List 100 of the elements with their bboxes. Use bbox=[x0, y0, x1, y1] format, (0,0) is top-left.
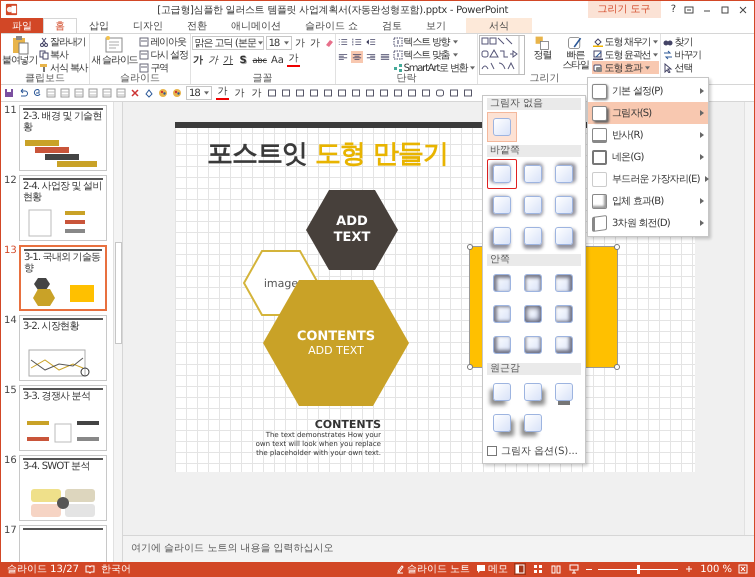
shape-format-command[interactable]: 도형 채우기 bbox=[592, 35, 660, 48]
grow-font-button[interactable]: 가 bbox=[294, 36, 307, 50]
hexagon-heading: CONTENTS bbox=[296, 329, 376, 344]
shrink-font-button[interactable]: 가 bbox=[250, 86, 263, 100]
ribbon-tab[interactable]: 애니메이션 bbox=[219, 18, 293, 33]
slide-number: 17 bbox=[4, 525, 17, 536]
clipboard-command[interactable]: 복사 bbox=[38, 48, 88, 61]
align-center-icon[interactable] bbox=[350, 51, 363, 63]
palette-icon[interactable] bbox=[158, 88, 168, 98]
ribbon-tab[interactable]: 디자인 bbox=[121, 18, 175, 33]
ribbon-tab[interactable]: 삽입 bbox=[77, 18, 121, 33]
menu-item[interactable]: 그림자(S) bbox=[588, 102, 708, 124]
font-format-button[interactable]: 가 bbox=[192, 53, 205, 67]
ribbon-tab[interactable]: 보기 bbox=[414, 18, 458, 33]
shadow-options-button[interactable]: 그림자 옵션(S)... bbox=[487, 441, 578, 460]
slide-thumbnail[interactable]: 3-4. SWOT 분석 bbox=[19, 455, 107, 521]
editing-command[interactable]: 찾기 bbox=[662, 35, 702, 48]
undo-icon[interactable] bbox=[18, 88, 28, 98]
ribbon-tab[interactable]: 검토 bbox=[370, 18, 414, 33]
notes-field[interactable]: 여기에 슬라이드 노트의 내용을 입력하십시오 bbox=[123, 535, 754, 562]
rounded-rectangle-icon[interactable] bbox=[435, 88, 445, 98]
shrink-font-button[interactable]: 가 bbox=[308, 36, 322, 50]
redo-icon[interactable] bbox=[32, 88, 42, 98]
thumbnail-scrollbar[interactable] bbox=[113, 102, 122, 562]
slide-thumbnail[interactable]: 2-4. 사업장 및 설비현황 bbox=[19, 175, 107, 241]
slide-command[interactable]: 다시 설정 bbox=[138, 48, 189, 61]
palette-icon[interactable] bbox=[172, 88, 182, 98]
font-format-button[interactable]: 가 bbox=[206, 53, 220, 67]
slide-thumbnail[interactable]: 3-1. 국내외 기술동향 bbox=[19, 245, 107, 311]
clipboard-command[interactable]: 잘라내기 bbox=[38, 35, 88, 48]
arrange-button[interactable]: 정렬 bbox=[526, 35, 558, 61]
font-format-button[interactable]: 가 bbox=[222, 53, 235, 67]
ribbon-tab[interactable]: 전환 bbox=[175, 18, 219, 33]
table-icon[interactable] bbox=[116, 88, 126, 98]
align-right-icon[interactable] bbox=[364, 51, 377, 63]
menu-item[interactable]: 기본 설정(P) bbox=[588, 80, 708, 102]
editing-command[interactable]: 선택 bbox=[662, 61, 702, 74]
delete-icon[interactable] bbox=[130, 88, 140, 98]
grow-font-button[interactable]: 가 bbox=[233, 86, 246, 100]
menu-item[interactable]: 부드러운 가장자리(E) bbox=[588, 168, 708, 190]
comments-button[interactable]: 메모 bbox=[476, 562, 508, 576]
align-justify-icon[interactable] bbox=[378, 51, 391, 63]
numbering-icon[interactable] bbox=[350, 36, 363, 48]
slide-scrollbar[interactable] bbox=[744, 102, 754, 535]
sorter-view-icon[interactable] bbox=[532, 563, 544, 575]
menu-item[interactable]: 반사(R) bbox=[588, 124, 708, 146]
paste-button[interactable]: 붙여넣기 bbox=[2, 35, 38, 66]
eraser-icon[interactable] bbox=[324, 38, 334, 48]
ribbon-tab[interactable]: 서식 bbox=[466, 18, 532, 33]
show-view-icon[interactable] bbox=[568, 563, 580, 575]
shadow-option[interactable] bbox=[487, 159, 517, 189]
menu-item[interactable]: 입체 효과(B) bbox=[588, 190, 708, 212]
table-icon[interactable] bbox=[102, 88, 112, 98]
bullets-icon[interactable] bbox=[336, 36, 349, 48]
slide-thumbnail[interactable]: 3-3. 경쟁사 분석 bbox=[19, 385, 107, 451]
font-name-field[interactable]: 맑은 고딕 (본문 bbox=[192, 36, 264, 50]
close-icon[interactable] bbox=[738, 4, 748, 14]
font-format-button[interactable]: Aa bbox=[270, 53, 285, 67]
font-format-button[interactable]: S bbox=[236, 53, 250, 67]
clipboard-command[interactable]: 서식 복사 bbox=[38, 61, 88, 74]
table-icon[interactable] bbox=[74, 88, 84, 98]
ribbon-tab[interactable]: 홈 bbox=[43, 18, 77, 33]
new-slide-button[interactable]: 새 슬라이드 bbox=[91, 35, 138, 66]
shapes-gallery[interactable] bbox=[479, 35, 526, 75]
editing-command[interactable]: 바꾸기 bbox=[662, 48, 702, 61]
shape-icon[interactable] bbox=[144, 88, 154, 98]
ribbon-tab[interactable]: 슬라이드 쇼 bbox=[293, 18, 370, 33]
text-command[interactable]: 텍스트 방향 bbox=[392, 35, 476, 48]
text-command[interactable]: SmartArt로 변환 bbox=[392, 61, 476, 74]
align-left-icon[interactable] bbox=[336, 51, 349, 63]
font-color-button[interactable]: 가 bbox=[216, 86, 229, 100]
font-format-button[interactable]: 가 bbox=[286, 53, 300, 67]
font-format-button[interactable]: abc bbox=[252, 53, 268, 67]
ribbon-tab[interactable]: 파일 bbox=[1, 18, 43, 33]
menu-item[interactable]: 3차원 회전(D) bbox=[588, 212, 708, 234]
slide-command[interactable]: 레이아웃 bbox=[138, 35, 189, 48]
rectangle-icon[interactable] bbox=[407, 88, 417, 98]
indent-icon[interactable] bbox=[364, 36, 377, 48]
help-button[interactable]: ? bbox=[670, 4, 676, 15]
notes-button[interactable]: 슬라이드 노트 bbox=[395, 562, 470, 576]
menu-item[interactable]: 네온(G) bbox=[588, 146, 708, 168]
shape-format-command[interactable]: 도형 윤곽선 bbox=[592, 48, 660, 61]
shape-format-command[interactable]: 도형 효과 bbox=[592, 61, 660, 74]
font-size-field[interactable]: 18 bbox=[186, 86, 212, 100]
text-command[interactable]: 텍스트 맞춤 bbox=[392, 48, 476, 61]
fit-window-icon[interactable] bbox=[738, 564, 748, 574]
slide-thumbnail[interactable]: 2-3. 배경 및 기술현황 bbox=[19, 105, 107, 171]
quick-styles-button[interactable]: 빠른 스타일 bbox=[559, 35, 592, 71]
table-icon[interactable] bbox=[88, 88, 98, 98]
slide-number: 16 bbox=[4, 455, 17, 466]
reading-view-icon[interactable] bbox=[550, 563, 562, 575]
slide-command[interactable]: 구역 bbox=[138, 61, 189, 74]
slide-thumbnail[interactable]: 3-2. 시장현황 bbox=[19, 315, 107, 381]
normal-view-icon[interactable] bbox=[514, 563, 526, 575]
ribbon-display-icon[interactable] bbox=[684, 4, 694, 14]
slide-title: 포스트잇 도형 만들기 bbox=[207, 138, 448, 171]
font-size-field[interactable]: 18 bbox=[266, 36, 292, 50]
maximize-icon[interactable] bbox=[720, 4, 730, 14]
save-icon[interactable] bbox=[4, 88, 14, 98]
zoom-in-icon[interactable] bbox=[684, 564, 694, 574]
